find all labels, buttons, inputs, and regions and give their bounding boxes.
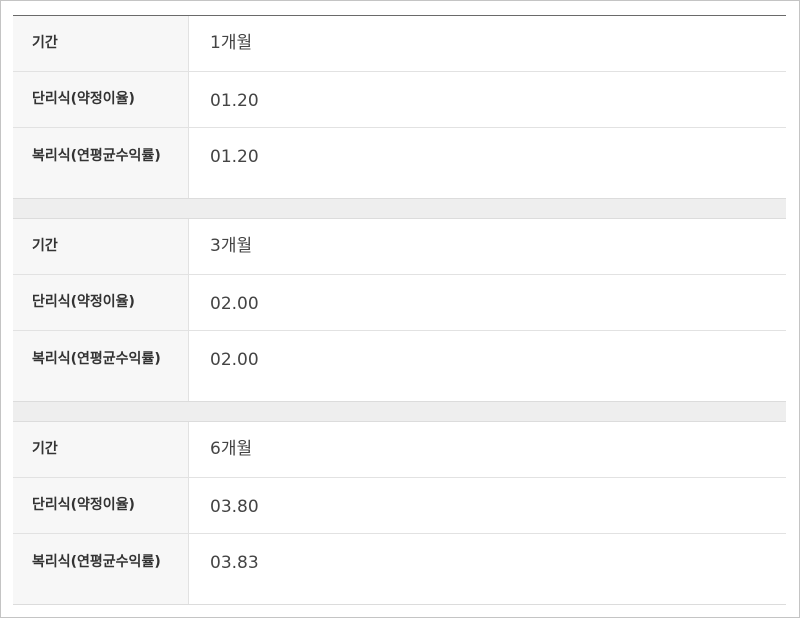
period-row: 기간 1개월 (13, 16, 786, 71)
simple-interest-value: 01.20 (210, 91, 259, 111)
simple-interest-row: 단리식(약정이율) 03.80 (13, 477, 786, 533)
period-row: 기간 6개월 (13, 422, 786, 477)
compound-interest-label: 복리식(연평균수익률) (13, 534, 189, 604)
period-value: 6개월 (210, 439, 253, 459)
period-value: 3개월 (210, 236, 253, 256)
compound-interest-row: 복리식(연평균수익률) 01.20 (13, 127, 786, 198)
compound-interest-value: 03.83 (210, 553, 259, 573)
period-value: 1개월 (210, 33, 253, 53)
rate-group-6-month: 기간 6개월 단리식(약정이율) 03.80 복리식(연평균수익률) 03.83 (13, 422, 786, 605)
period-row: 기간 3개월 (13, 219, 786, 274)
compound-interest-row: 복리식(연평균수익률) 03.83 (13, 533, 786, 604)
screenshot-frame: 기간 1개월 단리식(약정이율) 01.20 복리식(연평균수익률) 01.20… (0, 0, 800, 618)
simple-interest-label: 단리식(약정이율) (13, 275, 189, 330)
simple-interest-value: 02.00 (210, 294, 259, 314)
interest-rate-table: 기간 1개월 단리식(약정이율) 01.20 복리식(연평균수익률) 01.20… (13, 15, 786, 605)
simple-interest-label: 단리식(약정이율) (13, 72, 189, 127)
period-label: 기간 (13, 422, 189, 477)
group-divider (13, 402, 786, 422)
simple-interest-value: 03.80 (210, 497, 259, 517)
period-label: 기간 (13, 16, 189, 71)
period-label: 기간 (13, 219, 189, 274)
compound-interest-value: 02.00 (210, 350, 259, 370)
simple-interest-row: 단리식(약정이율) 01.20 (13, 71, 786, 127)
group-divider (13, 199, 786, 219)
rate-group-1-month: 기간 1개월 단리식(약정이율) 01.20 복리식(연평균수익률) 01.20 (13, 16, 786, 199)
simple-interest-row: 단리식(약정이율) 02.00 (13, 274, 786, 330)
compound-interest-row: 복리식(연평균수익률) 02.00 (13, 330, 786, 401)
simple-interest-label: 단리식(약정이율) (13, 478, 189, 533)
compound-interest-label: 복리식(연평균수익률) (13, 331, 189, 401)
compound-interest-value: 01.20 (210, 147, 259, 167)
rate-group-3-month: 기간 3개월 단리식(약정이율) 02.00 복리식(연평균수익률) 02.00 (13, 219, 786, 402)
compound-interest-label: 복리식(연평균수익률) (13, 128, 189, 198)
